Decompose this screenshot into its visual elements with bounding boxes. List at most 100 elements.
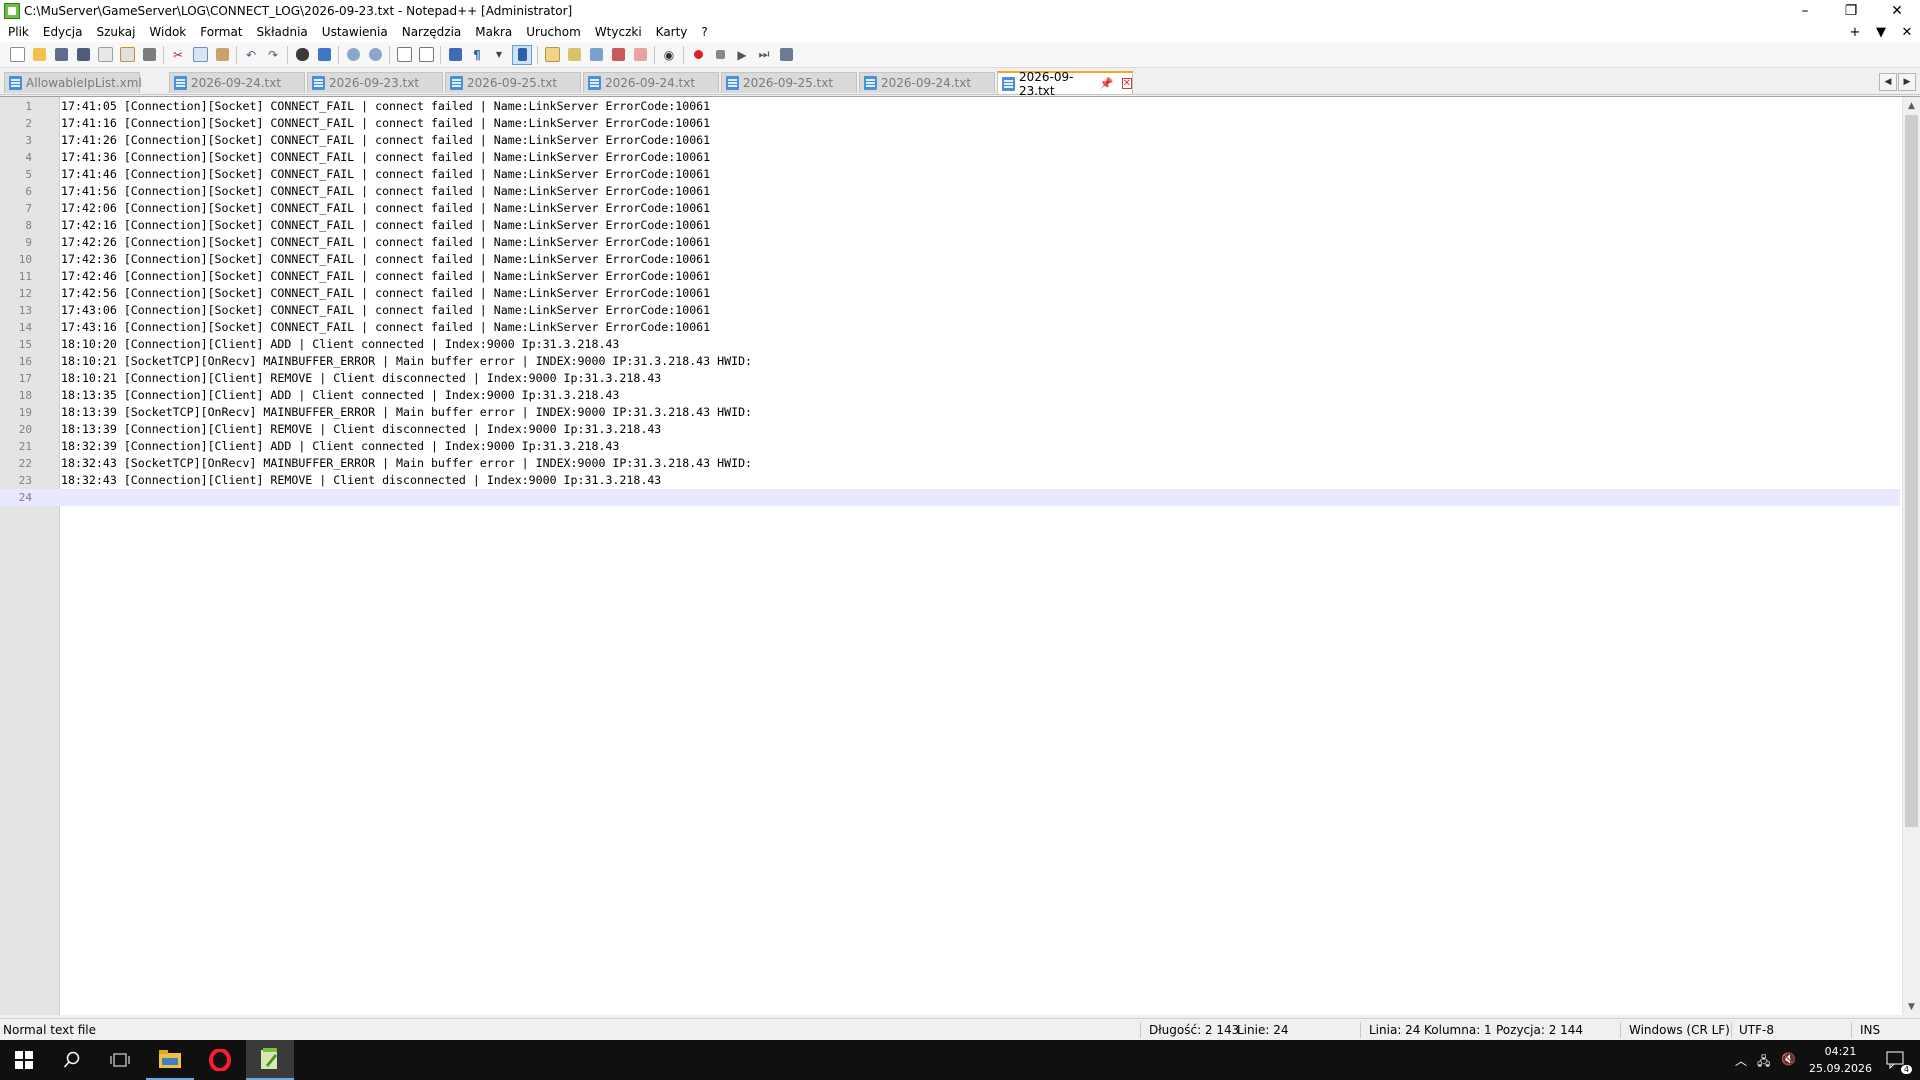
- run-macro-multiple-icon[interactable]: ⏭: [755, 46, 773, 64]
- editor-line[interactable]: 24: [0, 489, 1900, 506]
- user-defined-lang-icon[interactable]: [631, 46, 649, 64]
- tab-scroll-left-icon[interactable]: ◀: [1879, 73, 1897, 91]
- editor-line[interactable]: 20 18:13:39 [Connection][Client] REMOVE |…: [0, 421, 1900, 438]
- new-file-icon[interactable]: [8, 46, 26, 64]
- editor-line[interactable]: 2 17:41:16 [Connection][Socket] CONNECT_F…: [0, 115, 1900, 132]
- show-hidden-icons-chevron-icon[interactable]: ︿: [1735, 1052, 1747, 1069]
- find-icon[interactable]: [293, 46, 311, 64]
- sync-vertical-icon[interactable]: [395, 46, 413, 64]
- editor-line[interactable]: 3 17:41:26 [Connection][Socket] CONNECT_F…: [0, 132, 1900, 149]
- scrollbar-thumb[interactable]: [1905, 115, 1918, 827]
- notepadpp-app-icon[interactable]: [4, 3, 20, 19]
- menu-widok[interactable]: Widok: [142, 22, 193, 42]
- menu-plik[interactable]: Plik: [0, 22, 36, 42]
- editor-area[interactable]: 1 17:41:05 [Connection][Socket] CONNECT_F…: [0, 96, 1920, 1015]
- menu-wtyczki[interactable]: Wtyczki: [588, 22, 649, 42]
- start-record-icon[interactable]: [689, 46, 707, 64]
- zoom-in-icon[interactable]: [344, 46, 362, 64]
- tab-2026-09-24[interactable]: 2026-09-24.txt: [169, 72, 305, 93]
- minimize-button[interactable]: –: [1782, 0, 1828, 22]
- dropdown-arrow-icon[interactable]: ▼: [490, 46, 508, 64]
- menu-help[interactable]: ?: [694, 22, 714, 42]
- tab-2026-09-23[interactable]: 2026-09-23.txt: [307, 72, 443, 93]
- scroll-up-icon[interactable]: ▲: [1903, 97, 1920, 114]
- word-wrap-icon[interactable]: [446, 46, 464, 64]
- editor-line[interactable]: 19 18:13:39 [SocketTCP][OnRecv] MAINBUFFE…: [0, 404, 1900, 421]
- editor-line[interactable]: 17 18:10:21 [Connection][Client] REMOVE |…: [0, 370, 1900, 387]
- file-explorer-icon[interactable]: [146, 1040, 194, 1080]
- menu-karty[interactable]: Karty: [649, 22, 695, 42]
- stop-record-icon[interactable]: [711, 46, 729, 64]
- notepadpp-taskbar-icon[interactable]: [246, 1040, 294, 1080]
- scroll-down-icon[interactable]: ▼: [1903, 998, 1920, 1015]
- editor-line[interactable]: 13 17:43:06 [Connection][Socket] CONNECT_…: [0, 302, 1900, 319]
- network-icon[interactable]: 🖧: [1757, 1052, 1770, 1073]
- preview-eye-icon[interactable]: ◉: [660, 46, 678, 64]
- tab-2026-09-25[interactable]: 2026-09-25.txt: [445, 72, 581, 93]
- editor-line[interactable]: 7 17:42:06 [Connection][Socket] CONNECT_F…: [0, 200, 1900, 217]
- editor-line[interactable]: 10 17:42:36 [Connection][Socket] CONNECT_…: [0, 251, 1900, 268]
- replace-icon[interactable]: [315, 46, 333, 64]
- redo-icon[interactable]: ↷: [264, 46, 282, 64]
- vertical-scrollbar[interactable]: ▲ ▼: [1902, 97, 1920, 1015]
- indent-guide-icon[interactable]: [512, 44, 532, 65]
- function-list-icon[interactable]: [565, 46, 583, 64]
- pin-icon[interactable]: 📌: [1100, 77, 1114, 90]
- status-eol[interactable]: Windows (CR LF): [1629, 1019, 1730, 1041]
- editor-line[interactable]: 6 17:41:56 [Connection][Socket] CONNECT_F…: [0, 183, 1900, 200]
- undo-icon[interactable]: ↶: [242, 46, 260, 64]
- editor-line[interactable]: 9 17:42:26 [Connection][Socket] CONNECT_F…: [0, 234, 1900, 251]
- tab-2026-09-24[interactable]: 2026-09-24.txt: [583, 72, 719, 93]
- folder-workspace-icon[interactable]: [587, 46, 605, 64]
- tab-allowable-ip-list[interactable]: AllowableIpList.xml: [4, 72, 142, 93]
- editor-line[interactable]: 21 18:32:39 [Connection][Client] ADD | Cl…: [0, 438, 1900, 455]
- task-view-icon[interactable]: [96, 1040, 144, 1080]
- paste-icon[interactable]: [213, 46, 231, 64]
- save-icon[interactable]: [52, 46, 70, 64]
- editor-line[interactable]: 12 17:42:56 [Connection][Socket] CONNECT_…: [0, 285, 1900, 302]
- copy-icon[interactable]: [191, 46, 209, 64]
- close-tab-icon[interactable]: ✕: [1121, 78, 1132, 89]
- menu-format[interactable]: Format: [193, 22, 249, 42]
- editor-line[interactable]: 5 17:41:46 [Connection][Socket] CONNECT_F…: [0, 166, 1900, 183]
- editor-line[interactable]: 8 17:42:16 [Connection][Socket] CONNECT_F…: [0, 217, 1900, 234]
- tab-list-dropdown-icon[interactable]: ▼: [1868, 25, 1894, 40]
- monitoring-icon[interactable]: [609, 46, 627, 64]
- menu-narzedzia[interactable]: Narzędzia: [395, 22, 469, 42]
- menu-skladnia[interactable]: Składnia: [250, 22, 315, 42]
- save-macro-icon[interactable]: [777, 46, 795, 64]
- start-windows-icon[interactable]: [0, 1040, 48, 1080]
- save-all-icon[interactable]: [74, 46, 92, 64]
- close-all-icon[interactable]: [118, 46, 136, 64]
- menu-szukaj[interactable]: Szukaj: [89, 22, 142, 42]
- menu-ustawienia[interactable]: Ustawienia: [315, 22, 395, 42]
- zoom-out-icon[interactable]: [366, 46, 384, 64]
- tab-scroll-right-icon[interactable]: ▶: [1898, 73, 1916, 91]
- restore-button[interactable]: ❐: [1828, 0, 1874, 22]
- editor-line[interactable]: 22 18:32:43 [SocketTCP][OnRecv] MAINBUFFE…: [0, 455, 1900, 472]
- tab-2026-09-25[interactable]: 2026-09-25.txt: [721, 72, 857, 93]
- sync-horizontal-icon[interactable]: [417, 46, 435, 64]
- action-center-icon[interactable]: 4: [1872, 1040, 1920, 1080]
- menu-uruchom[interactable]: Uruchom: [519, 22, 588, 42]
- editor-line[interactable]: 1 17:41:05 [Connection][Socket] CONNECT_F…: [0, 98, 1900, 115]
- new-tab-plus-icon[interactable]: +: [1842, 25, 1868, 40]
- cut-icon[interactable]: ✂: [169, 46, 187, 64]
- tab-2026-09-23-active[interactable]: 2026-09-23.txt 📌 ✕: [997, 70, 1133, 98]
- editor-line[interactable]: 15 18:10:20 [Connection][Client] ADD | Cl…: [0, 336, 1900, 353]
- search-icon[interactable]: [48, 1040, 96, 1080]
- system-clock[interactable]: 04:21 25.09.2026: [1809, 1043, 1872, 1077]
- editor-line[interactable]: 23 18:32:43 [Connection][Client] REMOVE |…: [0, 472, 1900, 489]
- close-document-icon[interactable]: ✕: [1894, 25, 1920, 40]
- show-all-chars-icon[interactable]: ¶: [468, 46, 486, 64]
- playback-icon[interactable]: ▶: [733, 46, 751, 64]
- status-encoding[interactable]: UTF-8: [1739, 1019, 1774, 1041]
- close-window-button[interactable]: ✕: [1874, 0, 1920, 22]
- editor-line[interactable]: 14 17:43:16 [Connection][Socket] CONNECT_…: [0, 319, 1900, 336]
- editor-line[interactable]: 18 18:13:35 [Connection][Client] ADD | Cl…: [0, 387, 1900, 404]
- close-icon[interactable]: [96, 46, 114, 64]
- open-file-icon[interactable]: [30, 46, 48, 64]
- editor-line[interactable]: 16 18:10:21 [SocketTCP][OnRecv] MAINBUFFE…: [0, 353, 1900, 370]
- doc-map-icon[interactable]: [543, 46, 561, 64]
- menu-makra[interactable]: Makra: [468, 22, 519, 42]
